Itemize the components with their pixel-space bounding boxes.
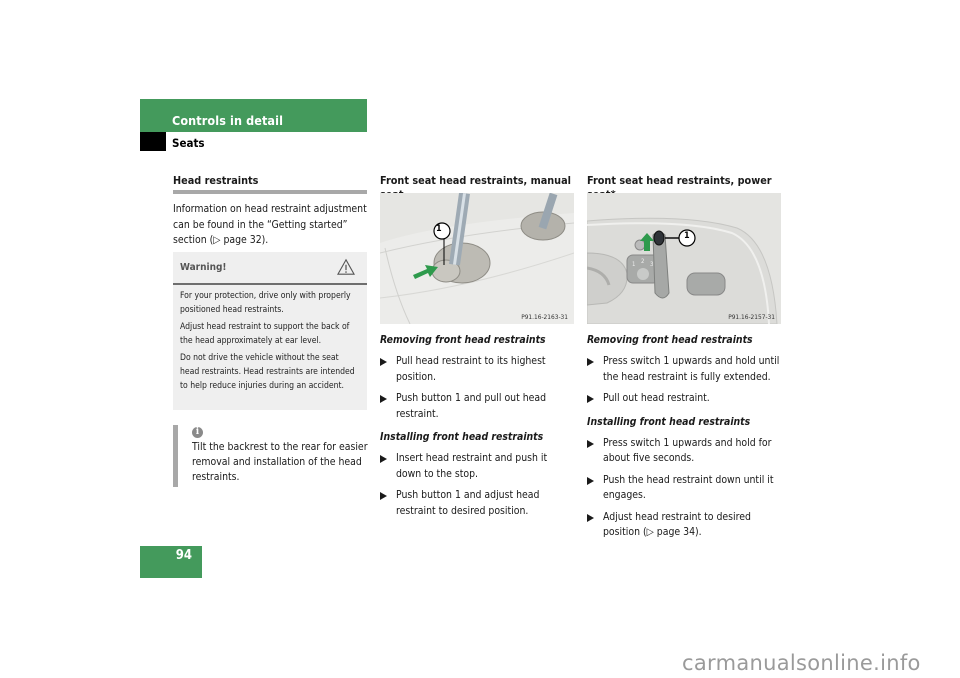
bullet-arrow-icon bbox=[587, 513, 594, 522]
manual-seat-instructions: Removing front head restraints Pull head… bbox=[380, 333, 575, 519]
callout-number: 1 bbox=[684, 231, 690, 241]
svg-text:2: 2 bbox=[641, 258, 644, 265]
figure-manual-seat: 1 P91.16-2163-31 bbox=[380, 193, 574, 324]
step: Press switch 1 upwards and hold until th… bbox=[587, 354, 782, 385]
info-bar bbox=[173, 425, 178, 487]
column-head-restraints: Head restraints Information on head rest… bbox=[173, 174, 367, 249]
step: Push button 1 and pull out head restrain… bbox=[380, 391, 575, 422]
watermark-link[interactable]: carmanualsonline.info bbox=[682, 651, 921, 675]
svg-text:3: 3 bbox=[650, 261, 653, 268]
warning-triangle-icon bbox=[337, 258, 355, 275]
bullet-arrow-icon bbox=[380, 395, 387, 403]
bullet-arrow-icon bbox=[380, 455, 387, 463]
subheading-removing: Removing front head restraints bbox=[587, 334, 753, 346]
warning-header: Warning! bbox=[173, 252, 367, 285]
bullet-arrow-icon bbox=[587, 439, 594, 448]
warning-paragraph: Adjust head restraint to support the bac… bbox=[180, 321, 350, 347]
bullet-arrow-icon bbox=[587, 358, 594, 366]
step: Adjust head restraint to desired positio… bbox=[587, 510, 782, 541]
section-heading: Head restraints bbox=[173, 174, 259, 187]
subheading-removing: Removing front head restraints bbox=[380, 334, 546, 346]
power-seat-illustration: 123 bbox=[587, 193, 781, 324]
step: Insert head restraint and push it down t… bbox=[380, 451, 575, 482]
bullet-arrow-icon bbox=[587, 395, 594, 403]
warning-body: For your protection, drive only with pro… bbox=[173, 285, 367, 393]
intro-text: Information on head restraint adjustment… bbox=[173, 203, 367, 246]
bullet-arrow-icon bbox=[380, 492, 387, 500]
callout-number: 1 bbox=[436, 224, 442, 234]
manual-seat-illustration bbox=[380, 193, 574, 324]
step: Pull out head restraint. bbox=[587, 391, 782, 407]
info-text: Tilt the backrest to the rear for easier… bbox=[192, 441, 368, 483]
chapter-title: Controls in detail bbox=[172, 113, 284, 128]
page-number: 94 bbox=[175, 548, 192, 563]
warning-box: Warning! For your protection, drive only… bbox=[173, 252, 367, 410]
subheading-installing: Installing front head restraints bbox=[380, 431, 544, 443]
step: Pull head restraint to its highest posit… bbox=[380, 354, 575, 385]
subheading-installing: Installing front head restraints bbox=[587, 415, 751, 428]
info-icon: i bbox=[192, 427, 203, 438]
warning-title: Warning! bbox=[180, 262, 227, 273]
warning-paragraph: For your protection, drive only with pro… bbox=[180, 291, 351, 316]
bullet-arrow-icon bbox=[380, 358, 387, 366]
svg-text:1: 1 bbox=[632, 261, 635, 268]
step: Push the head restraint down until it en… bbox=[587, 473, 782, 504]
step: Press switch 1 upwards and hold for abou… bbox=[587, 436, 782, 467]
heading-rule bbox=[173, 190, 367, 194]
section-marker bbox=[140, 132, 166, 151]
figure-code: P91.16-2163-31 bbox=[521, 313, 568, 321]
step: Push button 1 and adjust head restraint … bbox=[380, 488, 575, 519]
info-note: i Tilt the backrest to the rear for easi… bbox=[173, 425, 368, 487]
power-seat-instructions: Removing front head restraints Press swi… bbox=[587, 333, 782, 541]
figure-power-seat: 123 1 P91.16-2157-31 bbox=[587, 193, 781, 324]
warning-paragraph: Do not drive the vehicle without the sea… bbox=[180, 352, 355, 392]
section-title: Seats bbox=[172, 136, 205, 150]
bullet-arrow-icon bbox=[587, 476, 594, 485]
figure-code: P91.16-2157-31 bbox=[728, 313, 775, 321]
